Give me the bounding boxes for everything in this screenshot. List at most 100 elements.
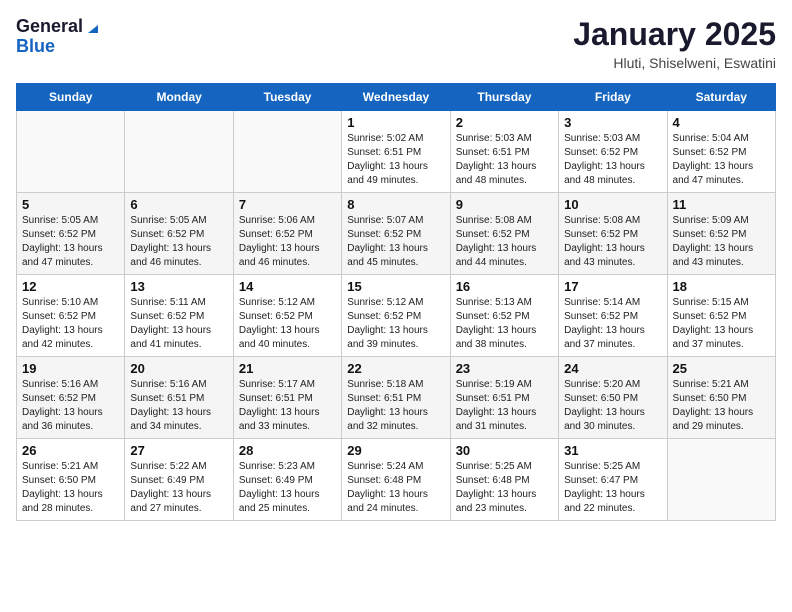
day-cell: 25Sunrise: 5:21 AM Sunset: 6:50 PM Dayli… xyxy=(667,357,775,439)
day-info: Sunrise: 5:07 AM Sunset: 6:52 PM Dayligh… xyxy=(347,214,444,270)
day-number: 21 xyxy=(239,361,336,376)
day-header-monday: Monday xyxy=(125,84,233,111)
day-cell: 24Sunrise: 5:20 AM Sunset: 6:50 PM Dayli… xyxy=(559,357,667,439)
day-cell: 15 Sunrise: 5:12 AM Sunset: 6:52 PM Dayli… xyxy=(342,275,450,357)
day-info: Sunrise: 5:17 AM Sunset: 6:51 PM Dayligh… xyxy=(239,378,336,434)
day-cell: 11 Sunrise: 5:09 AM Sunset: 6:52 PM Dayli… xyxy=(667,193,775,275)
day-cell: 10 Sunrise: 5:08 AM Sunset: 6:52 PM Dayli… xyxy=(559,193,667,275)
day-info: Sunrise: 5:15 AM Sunset: 6:52 PM Dayligh… xyxy=(673,296,770,352)
day-cell: 8 Sunrise: 5:07 AM Sunset: 6:52 PM Daylig… xyxy=(342,193,450,275)
day-cell: 29 Sunrise: 5:24 AM Sunset: 6:48 PM Dayli… xyxy=(342,439,450,521)
logo-blue-text: Blue xyxy=(16,37,100,55)
day-info: Sunrise: 5:21 AM Sunset: 6:50 PM Dayligh… xyxy=(22,460,119,516)
day-number: 9 xyxy=(456,197,553,212)
day-info: Sunrise: 5:02 AM Sunset: 6:51 PM Dayligh… xyxy=(347,132,444,188)
day-header-saturday: Saturday xyxy=(667,84,775,111)
day-info: Sunrise: 5:16 AM Sunset: 6:52 PM Dayligh… xyxy=(22,378,119,434)
day-info: Sunrise: 5:10 AM Sunset: 6:52 PM Dayligh… xyxy=(22,296,119,352)
day-cell: 3Sunrise: 5:03 AM Sunset: 6:52 PM Daylig… xyxy=(559,111,667,193)
day-info: Sunrise: 5:25 AM Sunset: 6:47 PM Dayligh… xyxy=(564,460,661,516)
week-row-5: 26 Sunrise: 5:21 AM Sunset: 6:50 PM Dayli… xyxy=(17,439,776,521)
day-number: 10 xyxy=(564,197,661,212)
day-info: Sunrise: 5:13 AM Sunset: 6:52 PM Dayligh… xyxy=(456,296,553,352)
day-cell: 7Sunrise: 5:06 AM Sunset: 6:52 PM Daylig… xyxy=(233,193,341,275)
day-info: Sunrise: 5:22 AM Sunset: 6:49 PM Dayligh… xyxy=(130,460,227,516)
day-info: Sunrise: 5:09 AM Sunset: 6:52 PM Dayligh… xyxy=(673,214,770,270)
day-number: 4 xyxy=(673,115,770,130)
day-cell xyxy=(667,439,775,521)
day-number: 8 xyxy=(347,197,444,212)
day-cell: 4 Sunrise: 5:04 AM Sunset: 6:52 PM Daylig… xyxy=(667,111,775,193)
day-cell: 2Sunrise: 5:03 AM Sunset: 6:51 PM Daylig… xyxy=(450,111,558,193)
day-cell: 31 Sunrise: 5:25 AM Sunset: 6:47 PM Dayli… xyxy=(559,439,667,521)
calendar-subtitle: Hluti, Shiselweni, Eswatini xyxy=(573,55,776,71)
day-cell: 30 Sunrise: 5:25 AM Sunset: 6:48 PM Dayli… xyxy=(450,439,558,521)
day-number: 16 xyxy=(456,279,553,294)
day-cell xyxy=(17,111,125,193)
day-info: Sunrise: 5:05 AM Sunset: 6:52 PM Dayligh… xyxy=(130,214,227,270)
logo-icon xyxy=(84,19,100,35)
day-cell: 22 Sunrise: 5:18 AM Sunset: 6:51 PM Dayli… xyxy=(342,357,450,439)
day-info: Sunrise: 5:08 AM Sunset: 6:52 PM Dayligh… xyxy=(564,214,661,270)
day-number: 6 xyxy=(130,197,227,212)
day-number: 11 xyxy=(673,197,770,212)
day-info: Sunrise: 5:25 AM Sunset: 6:48 PM Dayligh… xyxy=(456,460,553,516)
day-cell: 19Sunrise: 5:16 AM Sunset: 6:52 PM Dayli… xyxy=(17,357,125,439)
day-number: 27 xyxy=(130,443,227,458)
day-cell: 27 Sunrise: 5:22 AM Sunset: 6:49 PM Dayli… xyxy=(125,439,233,521)
day-info: Sunrise: 5:14 AM Sunset: 6:52 PM Dayligh… xyxy=(564,296,661,352)
day-cell: 18Sunrise: 5:15 AM Sunset: 6:52 PM Dayli… xyxy=(667,275,775,357)
day-info: Sunrise: 5:03 AM Sunset: 6:52 PM Dayligh… xyxy=(564,132,661,188)
week-row-4: 19Sunrise: 5:16 AM Sunset: 6:52 PM Dayli… xyxy=(17,357,776,439)
day-cell: 16 Sunrise: 5:13 AM Sunset: 6:52 PM Dayli… xyxy=(450,275,558,357)
week-row-3: 12 Sunrise: 5:10 AM Sunset: 6:52 PM Dayli… xyxy=(17,275,776,357)
day-info: Sunrise: 5:03 AM Sunset: 6:51 PM Dayligh… xyxy=(456,132,553,188)
logo-general-text: General xyxy=(16,16,83,37)
day-header-friday: Friday xyxy=(559,84,667,111)
day-number: 5 xyxy=(22,197,119,212)
day-header-tuesday: Tuesday xyxy=(233,84,341,111)
day-number: 14 xyxy=(239,279,336,294)
day-info: Sunrise: 5:23 AM Sunset: 6:49 PM Dayligh… xyxy=(239,460,336,516)
day-number: 26 xyxy=(22,443,119,458)
day-info: Sunrise: 5:04 AM Sunset: 6:52 PM Dayligh… xyxy=(673,132,770,188)
day-number: 29 xyxy=(347,443,444,458)
day-number: 28 xyxy=(239,443,336,458)
day-number: 20 xyxy=(130,361,227,376)
day-header-sunday: Sunday xyxy=(17,84,125,111)
day-info: Sunrise: 5:11 AM Sunset: 6:52 PM Dayligh… xyxy=(130,296,227,352)
day-cell: 1 Sunrise: 5:02 AM Sunset: 6:51 PM Daylig… xyxy=(342,111,450,193)
day-cell: 13 Sunrise: 5:11 AM Sunset: 6:52 PM Dayli… xyxy=(125,275,233,357)
day-cell: 26 Sunrise: 5:21 AM Sunset: 6:50 PM Dayli… xyxy=(17,439,125,521)
day-cell: 21 Sunrise: 5:17 AM Sunset: 6:51 PM Dayli… xyxy=(233,357,341,439)
day-number: 13 xyxy=(130,279,227,294)
day-number: 17 xyxy=(564,279,661,294)
day-info: Sunrise: 5:20 AM Sunset: 6:50 PM Dayligh… xyxy=(564,378,661,434)
day-number: 30 xyxy=(456,443,553,458)
day-number: 1 xyxy=(347,115,444,130)
day-cell: 28 Sunrise: 5:23 AM Sunset: 6:49 PM Dayli… xyxy=(233,439,341,521)
day-cell: 14 Sunrise: 5:12 AM Sunset: 6:52 PM Dayli… xyxy=(233,275,341,357)
day-info: Sunrise: 5:16 AM Sunset: 6:51 PM Dayligh… xyxy=(130,378,227,434)
calendar-table: SundayMondayTuesdayWednesdayThursdayFrid… xyxy=(16,83,776,521)
day-cell: 5Sunrise: 5:05 AM Sunset: 6:52 PM Daylig… xyxy=(17,193,125,275)
day-number: 22 xyxy=(347,361,444,376)
day-header-wednesday: Wednesday xyxy=(342,84,450,111)
day-info: Sunrise: 5:24 AM Sunset: 6:48 PM Dayligh… xyxy=(347,460,444,516)
day-cell: 17 Sunrise: 5:14 AM Sunset: 6:52 PM Dayli… xyxy=(559,275,667,357)
day-header-thursday: Thursday xyxy=(450,84,558,111)
day-cell: 23Sunrise: 5:19 AM Sunset: 6:51 PM Dayli… xyxy=(450,357,558,439)
day-number: 15 xyxy=(347,279,444,294)
title-block: January 2025 Hluti, Shiselweni, Eswatini xyxy=(573,16,776,71)
day-number: 25 xyxy=(673,361,770,376)
week-row-1: 1 Sunrise: 5:02 AM Sunset: 6:51 PM Daylig… xyxy=(17,111,776,193)
day-info: Sunrise: 5:18 AM Sunset: 6:51 PM Dayligh… xyxy=(347,378,444,434)
day-info: Sunrise: 5:12 AM Sunset: 6:52 PM Dayligh… xyxy=(347,296,444,352)
day-number: 12 xyxy=(22,279,119,294)
day-info: Sunrise: 5:12 AM Sunset: 6:52 PM Dayligh… xyxy=(239,296,336,352)
day-number: 7 xyxy=(239,197,336,212)
calendar-title: January 2025 xyxy=(573,16,776,53)
day-cell xyxy=(125,111,233,193)
day-number: 31 xyxy=(564,443,661,458)
day-info: Sunrise: 5:19 AM Sunset: 6:51 PM Dayligh… xyxy=(456,378,553,434)
